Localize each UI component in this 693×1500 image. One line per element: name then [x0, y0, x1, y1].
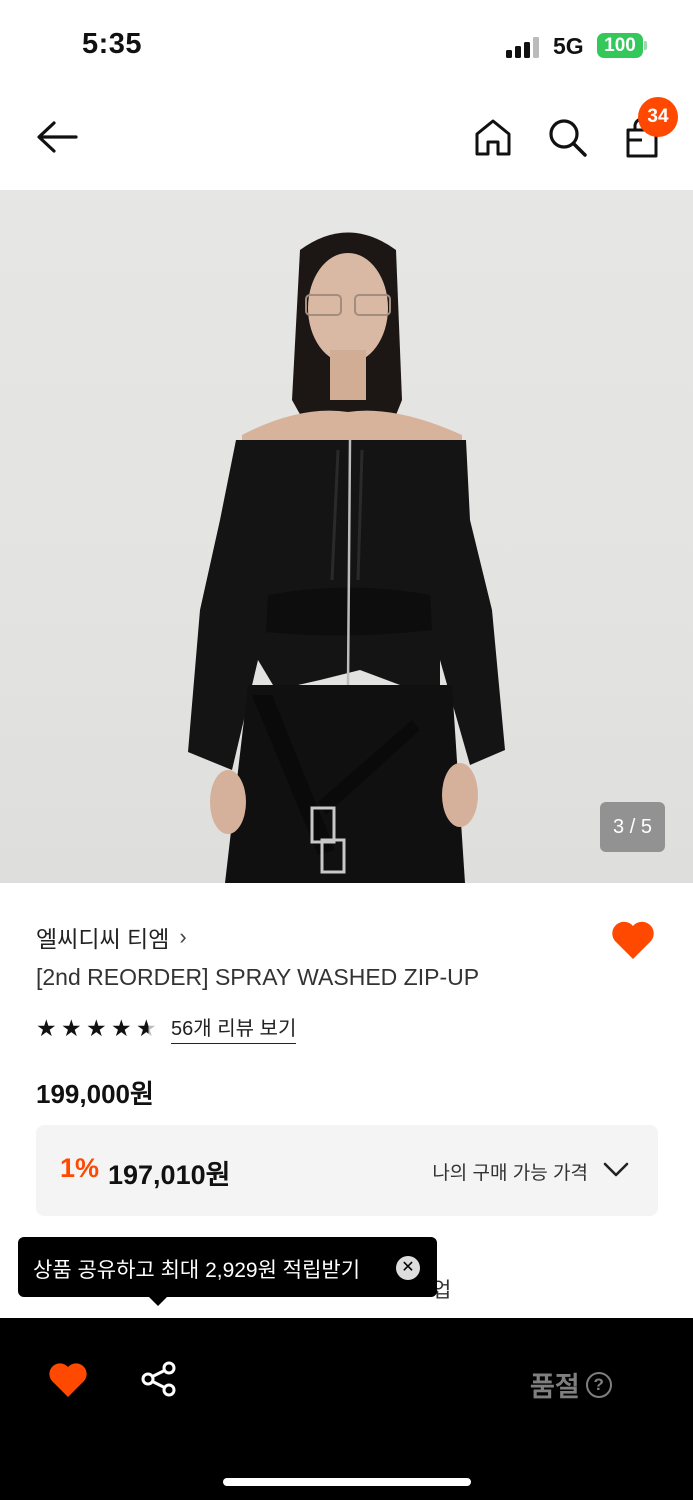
- star-icon: ★: [61, 1014, 82, 1041]
- tooltip-text: 상품 공유하고 최대 2,929원 적립받기: [33, 1259, 361, 1282]
- star-icon: ★: [36, 1014, 57, 1041]
- home-indicator: [223, 1478, 471, 1486]
- status-bar: 5:35 5G 100: [0, 0, 693, 90]
- chevron-down-icon[interactable]: [602, 1158, 630, 1182]
- brand-link[interactable]: 엘씨디씨 티엠 ›: [36, 920, 187, 954]
- my-price-label: 나의 구매 가능 가격: [432, 1163, 588, 1184]
- status-time: 5:35: [82, 28, 143, 60]
- tooltip-arrow: [148, 1296, 168, 1306]
- review-link[interactable]: 56개 리뷰 보기: [171, 1012, 297, 1044]
- soldout-label: 품절: [530, 1372, 580, 1402]
- heart-icon[interactable]: [610, 918, 656, 962]
- discount-rate: 1%: [60, 1153, 100, 1183]
- product-photo: [188, 232, 505, 883]
- share-icon[interactable]: [140, 1360, 178, 1398]
- my-price-box[interactable]: 1% 197,010원 나의 구매 가능 가격: [36, 1125, 658, 1216]
- network-label: 5G: [553, 33, 584, 59]
- star-icon: ★: [86, 1014, 107, 1041]
- brand-name: 엘씨디씨 티엠: [36, 926, 170, 952]
- battery-icon: 100: [597, 33, 643, 58]
- chevron-right-icon: ›: [179, 924, 187, 949]
- signal-icon: [506, 36, 542, 58]
- search-icon[interactable]: [546, 116, 588, 158]
- home-icon[interactable]: [472, 116, 514, 158]
- product-image[interactable]: [0, 190, 693, 883]
- battery-cap: [644, 41, 647, 50]
- back-arrow-icon[interactable]: [34, 116, 80, 158]
- soldout-button[interactable]: 품절 ?: [530, 1365, 612, 1404]
- rating-stars: ★ ★ ★ ★ ★: [36, 1015, 161, 1042]
- help-icon[interactable]: ?: [585, 1371, 612, 1398]
- bottom-action-bar: 품절 ?: [0, 1318, 693, 1500]
- product-title: [2nd REORDER] SPRAY WASHED ZIP-UP: [36, 964, 480, 990]
- heart-icon[interactable]: [48, 1361, 88, 1399]
- half-star-icon: ★: [136, 1015, 161, 1042]
- cart-count-badge: 34: [638, 97, 678, 137]
- product-price: 199,000원: [36, 1079, 154, 1109]
- rating-row: ★ ★ ★ ★ ★ 56개 리뷰 보기: [36, 1012, 297, 1044]
- star-icon: ★: [111, 1014, 132, 1041]
- discount-price: 197,010원: [108, 1160, 231, 1190]
- top-nav: [0, 90, 693, 190]
- share-tooltip: 상품 공유하고 최대 2,929원 적립받기 ✕: [18, 1237, 437, 1297]
- image-counter: 3 / 5: [600, 802, 665, 852]
- close-icon[interactable]: ✕: [396, 1256, 420, 1280]
